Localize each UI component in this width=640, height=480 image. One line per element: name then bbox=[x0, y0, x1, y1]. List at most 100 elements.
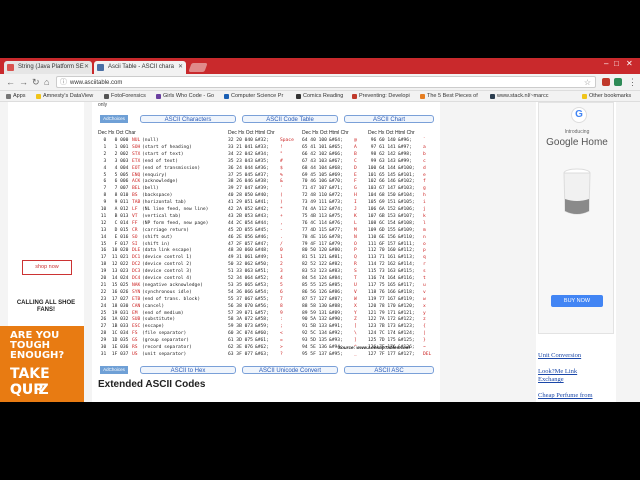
control-char-code: EM bbox=[132, 310, 141, 316]
control-char-description: (device control 1) bbox=[142, 255, 192, 261]
ascii-number: 48 30 060 bbox=[228, 248, 253, 254]
html-entity: &#118; bbox=[398, 289, 415, 295]
minimize-icon[interactable]: – bbox=[604, 59, 608, 68]
adchoices-label[interactable]: AdChoices bbox=[100, 115, 128, 123]
ascii-character: M bbox=[354, 227, 357, 233]
exchange-link[interactable]: Exchange bbox=[538, 376, 564, 384]
control-char-description: (bell) bbox=[142, 186, 159, 192]
bookmark-fotoforensics[interactable]: FotoForensics bbox=[104, 91, 146, 101]
ascii-asc-link[interactable]: ASCII ASC bbox=[344, 366, 434, 374]
ascii-character: V bbox=[354, 289, 357, 295]
html-entity: &#86; bbox=[329, 289, 343, 295]
ascii-number: 84 54 124 bbox=[302, 276, 327, 281]
adchoices-label[interactable]: AdChoices bbox=[100, 366, 128, 374]
google-home-ad[interactable]: G Introducing Google Home BUY NOW bbox=[538, 102, 614, 334]
html-entity: &#64; bbox=[329, 138, 343, 143]
control-char-description: (enquiry) bbox=[142, 172, 167, 178]
ascii-chart-link[interactable]: ASCII Chart bbox=[344, 115, 434, 123]
close-tab-icon[interactable]: ✕ bbox=[84, 61, 89, 74]
html-entity: &#32; bbox=[255, 138, 269, 143]
bookmark-girls-who-code[interactable]: Girls Who Code - Go bbox=[156, 91, 214, 101]
control-char-number: 16 10 020 bbox=[98, 248, 129, 254]
control-char-number: 26 1A 032 bbox=[98, 317, 129, 323]
extension-icon[interactable] bbox=[602, 78, 610, 86]
ascii-character: J bbox=[354, 207, 357, 212]
control-char-description: (device control 4) bbox=[142, 276, 192, 281]
control-char-number: 3 3 003 bbox=[98, 158, 129, 164]
ascii-number: 34 22 042 bbox=[228, 151, 253, 157]
html-entity: &#50; bbox=[255, 262, 269, 268]
google-home-speaker-icon bbox=[563, 168, 591, 215]
ascii-character: g bbox=[423, 186, 426, 192]
html-entity: &#84; bbox=[329, 276, 343, 281]
ascii-number: 119 77 167 bbox=[368, 296, 396, 302]
bookmark-preventing[interactable]: Preventing: Developi bbox=[352, 91, 410, 101]
page-info-icon[interactable]: ⓘ bbox=[60, 77, 67, 89]
bookmark-amnesty[interactable]: Amnesty's DataView bbox=[36, 91, 93, 101]
bookmark-computer-science[interactable]: Computer Science Pr bbox=[224, 91, 283, 101]
ascii-unicode-convert-link[interactable]: ASCII Unicode Convert bbox=[242, 366, 338, 374]
ascii-character: S bbox=[354, 269, 357, 275]
html-entity: &#115; bbox=[398, 269, 415, 275]
control-char-number: 7 7 007 bbox=[98, 186, 129, 192]
bookmark-apps[interactable]: Apps bbox=[6, 91, 26, 101]
ascii-number: 124 7C 174 bbox=[368, 331, 396, 337]
bookmark-label: Girls Who Code - Go bbox=[163, 93, 215, 99]
bookmark-other[interactable]: Other bookmarks bbox=[582, 91, 631, 101]
control-char-description: (end of transmission) bbox=[142, 165, 201, 171]
ascii-character: w bbox=[423, 296, 426, 302]
ascii-number: 52 34 064 bbox=[228, 276, 253, 281]
control-char-description: (NL line feed, new line) bbox=[142, 207, 209, 212]
bookmark-label: The 5 Best Pieces of bbox=[427, 93, 478, 99]
close-window-icon[interactable]: ✕ bbox=[626, 59, 633, 68]
home-icon[interactable]: ⌂ bbox=[44, 76, 49, 88]
ascii-character: E bbox=[354, 172, 357, 178]
html-entity: &#112; bbox=[398, 248, 415, 254]
forward-arrow-icon[interactable]: → bbox=[19, 76, 28, 88]
quiz-ad-banner[interactable]: ARE YOU TOUGH ENOUGH? TAKE OUR QUIZ bbox=[0, 326, 84, 402]
extension-icon[interactable] bbox=[614, 78, 622, 86]
ascii-to-hex-link[interactable]: ASCII to Hex bbox=[140, 366, 236, 374]
ascii-number: 57 39 071 bbox=[228, 310, 253, 316]
bookmark-best-pieces[interactable]: The 5 Best Pieces of bbox=[420, 91, 478, 101]
ascii-characters-link[interactable]: ASCII Characters bbox=[140, 115, 236, 123]
address-bar[interactable]: ⓘ www.asciitable.com ☆ bbox=[56, 76, 596, 88]
gwc-favicon-icon bbox=[156, 94, 161, 99]
reload-icon[interactable]: ↻ bbox=[32, 76, 40, 88]
html-entity: &#65; bbox=[329, 144, 343, 150]
html-entity: &#85; bbox=[329, 282, 343, 288]
bookmark-star-icon[interactable]: ☆ bbox=[584, 77, 591, 89]
close-tab-icon[interactable]: ✕ bbox=[178, 61, 183, 74]
look-me-link[interactable]: Look?Me Link bbox=[538, 368, 577, 376]
bookmark-comics[interactable]: Comics Reading bbox=[296, 91, 343, 101]
ascii-character: { bbox=[423, 324, 426, 330]
cheap-perfume-link[interactable]: Cheap Perfume from bbox=[538, 392, 593, 400]
bookmark-label: FotoForensics bbox=[111, 93, 146, 99]
bookmark-stack-nl[interactable]: www.stack.nl/~marcc bbox=[490, 91, 549, 101]
html-entity: &#53; bbox=[255, 282, 269, 288]
ascii-number: 59 3B 073 bbox=[228, 324, 253, 330]
bookmark-label: Computer Science Pr bbox=[231, 93, 284, 99]
ascii-character: H bbox=[354, 193, 357, 199]
html-entity: &#93; bbox=[329, 338, 343, 344]
maximize-icon[interactable]: □ bbox=[614, 59, 619, 68]
ascii-character: 4 bbox=[280, 276, 283, 281]
browser-window: String (Java Platform SE ✕ Ascii Table -… bbox=[0, 58, 640, 402]
ascii-number: 60 3C 074 bbox=[228, 331, 253, 337]
ascii-character: Z bbox=[354, 317, 357, 323]
back-arrow-icon[interactable]: ← bbox=[6, 76, 15, 88]
control-char-description: (data link escape) bbox=[142, 248, 192, 254]
shop-now-button[interactable]: shop now bbox=[22, 260, 72, 275]
unit-conversion-link[interactable]: Unit Conversion bbox=[538, 352, 581, 360]
ascii-number: 123 7B 173 bbox=[368, 324, 396, 330]
tab-string-java[interactable]: String (Java Platform SE ✕ bbox=[4, 61, 92, 74]
tab-ascii-table[interactable]: Ascii Table - ASCII chara ✕ bbox=[94, 61, 186, 74]
ascii-character: DEL bbox=[423, 351, 432, 357]
ascii-number: 43 2B 053 bbox=[228, 213, 253, 219]
ascii-code-table-link[interactable]: ASCII Code Table bbox=[242, 115, 338, 123]
ascii-character: G bbox=[354, 186, 357, 192]
new-tab-button[interactable] bbox=[188, 63, 208, 72]
column-header: Dec Hx Oct Html Chr bbox=[228, 130, 275, 136]
buy-now-button[interactable]: BUY NOW bbox=[551, 295, 603, 307]
menu-icon[interactable]: ⋮ bbox=[628, 76, 637, 88]
